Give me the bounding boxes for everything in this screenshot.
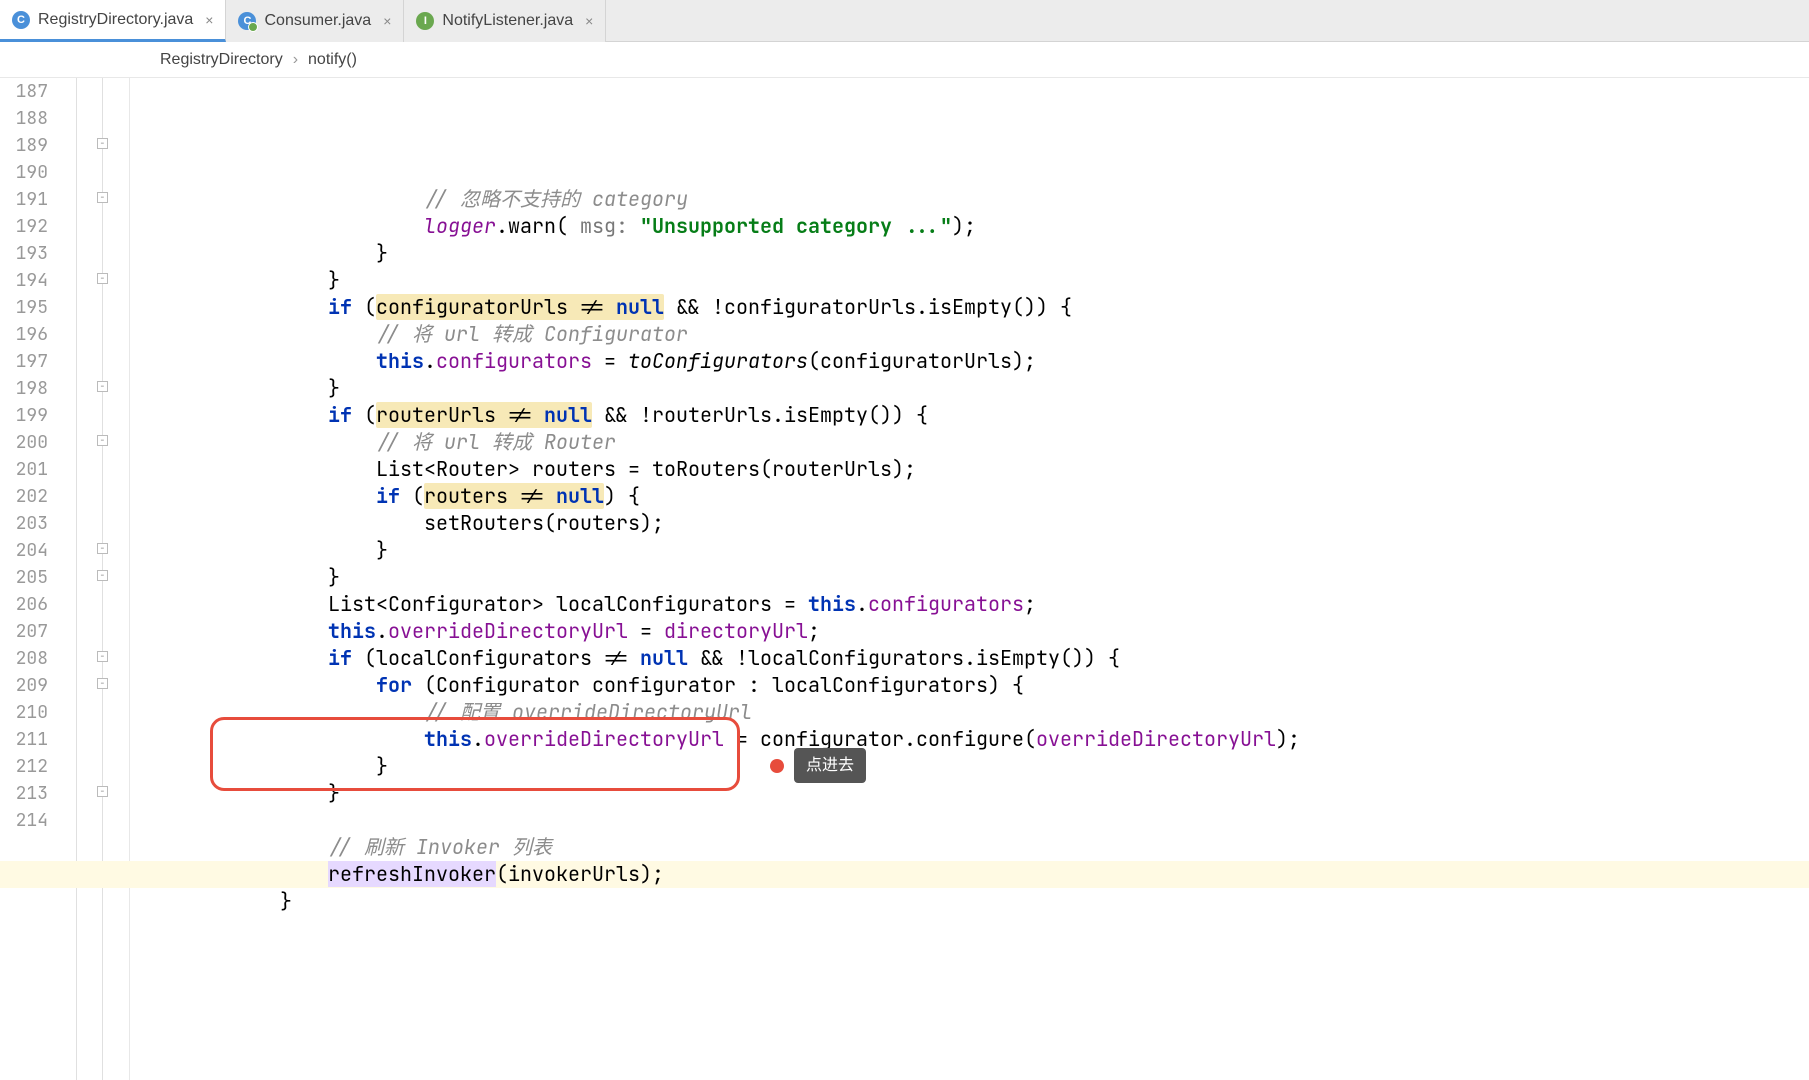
line-number[interactable]: 195 xyxy=(0,294,48,321)
code-line[interactable]: // 将 url 转成 Configurator xyxy=(136,321,1809,348)
code-line[interactable] xyxy=(136,915,1809,942)
code-line[interactable]: List<Configurator> localConfigurators = … xyxy=(136,591,1809,618)
code-line[interactable]: if (routers != null) { xyxy=(136,483,1809,510)
code-line[interactable]: } xyxy=(136,780,1809,807)
fold-toggle-icon[interactable]: − xyxy=(97,570,108,581)
line-number[interactable]: 212 xyxy=(0,753,48,780)
code-line[interactable]: } xyxy=(136,537,1809,564)
line-number[interactable]: 198 xyxy=(0,375,48,402)
fold-toggle-icon[interactable]: − xyxy=(97,138,108,149)
line-number[interactable]: 200 xyxy=(0,429,48,456)
tab-label: RegistryDirectory.java xyxy=(38,11,193,29)
annotation-label: 点进去 xyxy=(794,748,866,783)
code-line[interactable]: } xyxy=(136,267,1809,294)
code-line[interactable]: this.configurators = toConfigurators(con… xyxy=(136,348,1809,375)
class-icon: C xyxy=(238,12,256,30)
line-number[interactable]: 191 xyxy=(0,186,48,213)
code-line[interactable]: // 刷新 Invoker 列表 xyxy=(136,834,1809,861)
line-number[interactable]: 194 xyxy=(0,267,48,294)
chevron-right-icon: › xyxy=(293,51,298,69)
line-number[interactable]: 201 xyxy=(0,456,48,483)
line-number[interactable]: 209 xyxy=(0,672,48,699)
line-number[interactable]: 190 xyxy=(0,159,48,186)
code-line[interactable]: for (Configurator configurator : localCo… xyxy=(136,672,1809,699)
line-number[interactable]: 214 xyxy=(0,807,48,834)
line-number[interactable]: 199 xyxy=(0,402,48,429)
line-number[interactable]: 211 xyxy=(0,726,48,753)
code-line[interactable]: if (localConfigurators != null && !local… xyxy=(136,645,1809,672)
line-number[interactable]: 203 xyxy=(0,510,48,537)
code-line[interactable]: this.overrideDirectoryUrl = directoryUrl… xyxy=(136,618,1809,645)
line-number[interactable]: 210 xyxy=(0,699,48,726)
breadcrumb-class[interactable]: RegistryDirectory xyxy=(160,51,283,69)
code-line[interactable]: } xyxy=(136,564,1809,591)
code-line[interactable]: if (routerUrls != null && !routerUrls.is… xyxy=(136,402,1809,429)
code-line[interactable]: refreshInvoker(invokerUrls); xyxy=(0,861,1809,888)
tab-registry-directory[interactable]: C RegistryDirectory.java × xyxy=(0,0,226,42)
breadcrumb[interactable]: RegistryDirectory › notify() xyxy=(0,42,1809,78)
code-line[interactable]: } xyxy=(136,753,1809,780)
close-icon[interactable]: × xyxy=(585,13,593,29)
interface-icon: I xyxy=(416,12,434,30)
annotation-dot-icon xyxy=(770,759,784,773)
fold-column[interactable]: − − − − − − − − − − xyxy=(58,78,130,1080)
code-area[interactable]: 点进去 // 忽略不支持的 category logger.warn( msg:… xyxy=(130,78,1809,1080)
fold-toggle-icon[interactable]: − xyxy=(97,678,108,689)
tab-label: NotifyListener.java xyxy=(442,12,573,30)
fold-toggle-icon[interactable]: − xyxy=(97,543,108,554)
code-line[interactable]: // 忽略不支持的 category xyxy=(136,186,1809,213)
line-number[interactable]: 207 xyxy=(0,618,48,645)
tab-label: Consumer.java xyxy=(264,12,371,30)
code-line[interactable]: logger.warn( msg: "Unsupported category … xyxy=(136,213,1809,240)
code-line[interactable] xyxy=(136,807,1809,834)
line-number[interactable]: 189 xyxy=(0,132,48,159)
code-line[interactable]: this.overrideDirectoryUrl = configurator… xyxy=(136,726,1809,753)
line-number[interactable]: 187 xyxy=(0,78,48,105)
tab-notify-listener[interactable]: I NotifyListener.java × xyxy=(404,0,606,42)
line-number[interactable]: 208 xyxy=(0,645,48,672)
line-number[interactable]: 197 xyxy=(0,348,48,375)
code-line[interactable]: if (configuratorUrls != null && !configu… xyxy=(136,294,1809,321)
line-number[interactable]: 205 xyxy=(0,564,48,591)
line-number[interactable]: 188 xyxy=(0,105,48,132)
code-line[interactable]: } xyxy=(136,240,1809,267)
fold-toggle-icon[interactable]: − xyxy=(97,435,108,446)
code-line[interactable]: setRouters(routers); xyxy=(136,510,1809,537)
line-number[interactable]: 204 xyxy=(0,537,48,564)
breadcrumb-method[interactable]: notify() xyxy=(308,51,357,69)
fold-toggle-icon[interactable]: − xyxy=(97,651,108,662)
editor-tabs: C RegistryDirectory.java × C Consumer.ja… xyxy=(0,0,1809,42)
tab-consumer[interactable]: C Consumer.java × xyxy=(226,0,404,42)
line-number[interactable]: 213 xyxy=(0,780,48,807)
line-number-gutter[interactable]: 1871881891901911921931941951961971981992… xyxy=(0,78,58,1080)
fold-toggle-icon[interactable]: − xyxy=(97,786,108,797)
code-line[interactable]: } xyxy=(136,375,1809,402)
close-icon[interactable]: × xyxy=(383,13,391,29)
line-number[interactable]: 193 xyxy=(0,240,48,267)
code-line[interactable]: List<Router> routers = toRouters(routerU… xyxy=(136,456,1809,483)
annotation: 点进去 xyxy=(770,748,866,783)
code-line[interactable]: // 配置 overrideDirectoryUrl xyxy=(136,699,1809,726)
line-number[interactable]: 202 xyxy=(0,483,48,510)
close-icon[interactable]: × xyxy=(205,12,213,28)
code-editor[interactable]: 1871881891901911921931941951961971981992… xyxy=(0,78,1809,1080)
fold-toggle-icon[interactable]: − xyxy=(97,192,108,203)
line-number[interactable]: 192 xyxy=(0,213,48,240)
line-number[interactable]: 196 xyxy=(0,321,48,348)
fold-toggle-icon[interactable]: − xyxy=(97,273,108,284)
fold-toggle-icon[interactable]: − xyxy=(97,381,108,392)
line-number[interactable]: 206 xyxy=(0,591,48,618)
code-line[interactable]: } xyxy=(136,888,1809,915)
class-icon: C xyxy=(12,11,30,29)
code-line[interactable]: // 将 url 转成 Router xyxy=(136,429,1809,456)
